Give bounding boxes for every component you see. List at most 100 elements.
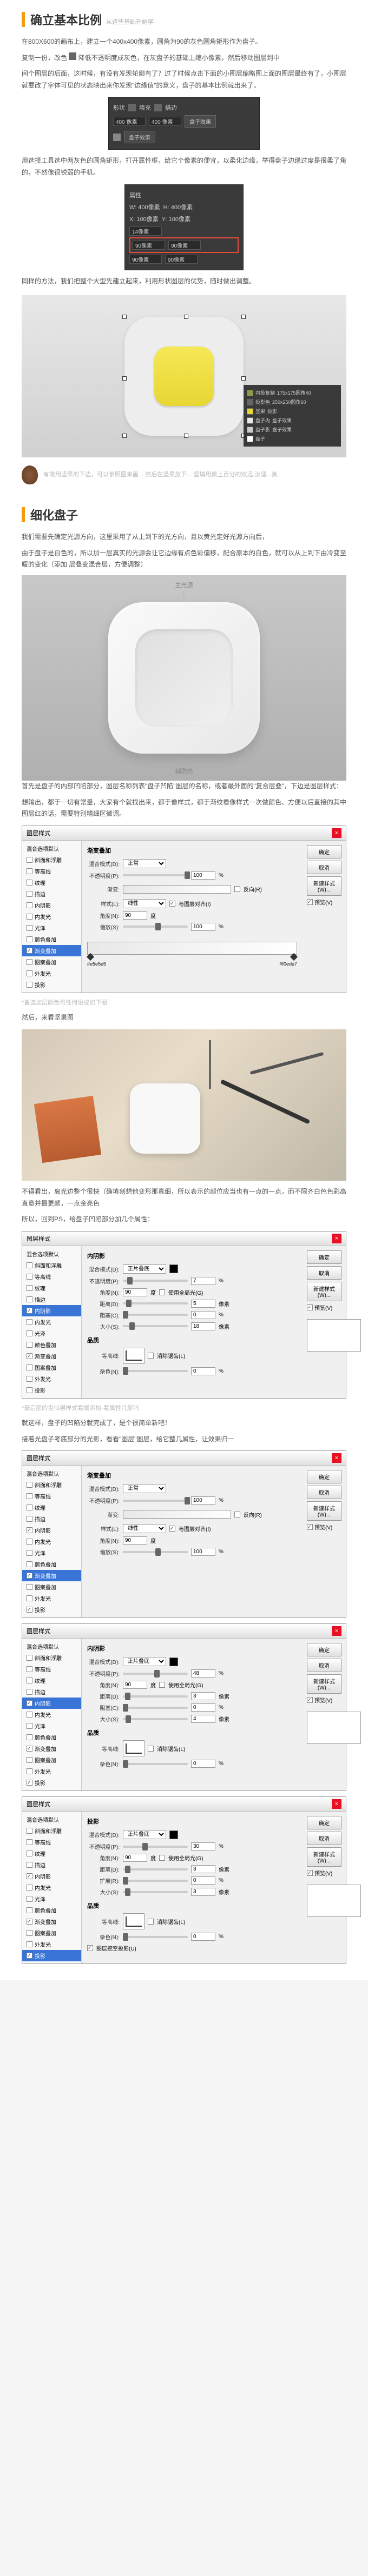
gradient-preview[interactable] [123,1510,231,1519]
checkbox[interactable] [27,1296,32,1302]
choke-slider[interactable] [123,1707,188,1709]
checkbox[interactable] [148,1746,154,1752]
style-item[interactable]: 混合选项默认 [22,1468,81,1479]
checkbox[interactable] [27,1723,32,1729]
checkbox-checked[interactable] [307,1697,313,1703]
scale-input[interactable] [191,923,215,931]
scale-slider[interactable] [123,1551,188,1553]
checkbox-checked[interactable] [27,1308,32,1314]
style-item[interactable]: 外发光 [22,1373,81,1384]
opacity-slider[interactable] [123,1846,188,1848]
angle-input[interactable] [123,1854,147,1862]
style-item[interactable]: 内发光 [22,1316,81,1328]
checkbox[interactable] [27,1539,32,1545]
style-item[interactable]: 描边 [22,1294,81,1305]
style-item[interactable]: 光泽 [22,1720,81,1732]
style-item[interactable]: 斜面和浮雕 [22,854,81,866]
noise-input[interactable] [191,1933,215,1941]
checkbox[interactable] [27,1493,32,1499]
style-item[interactable]: 斜面和浮雕 [22,1825,81,1836]
style-item-active[interactable]: 渐变叠加 [22,1570,81,1581]
distance-input[interactable] [191,1300,215,1308]
style-item[interactable]: 斜面和浮雕 [22,1479,81,1490]
style-item[interactable]: 混合选项默认 [22,1641,81,1652]
gradient-preview[interactable] [123,885,231,894]
style-item[interactable]: 图案叠加 [22,1362,81,1373]
style-item[interactable]: 内发光 [22,911,81,922]
checkbox-checked[interactable] [307,1870,313,1876]
blend-select[interactable]: 正常 [123,859,166,868]
contour-preview[interactable] [123,1913,144,1929]
transform-handle[interactable] [241,376,246,381]
distance-slider[interactable] [123,1695,188,1698]
style-item[interactable]: 光泽 [22,1547,81,1559]
transform-handle[interactable] [122,434,127,438]
opacity-input[interactable] [191,1842,215,1851]
checkbox-checked[interactable] [307,1524,313,1530]
checkbox-checked[interactable] [27,1780,32,1786]
size-input[interactable] [191,1888,215,1896]
choke-input[interactable] [191,1703,215,1712]
width-input[interactable] [113,117,146,126]
style-item[interactable]: 内阴影 [22,1525,81,1536]
checkbox[interactable] [148,1919,154,1925]
style-item[interactable]: 颜色叠加 [22,1732,81,1743]
checkbox-checked[interactable] [27,1919,32,1925]
gradient-editor-bar[interactable] [87,942,297,955]
checkbox[interactable] [27,936,32,942]
checkbox[interactable] [27,868,32,874]
style-select[interactable]: 线性 [123,1524,166,1533]
ok-button[interactable]: 确定 [307,845,341,858]
style-item[interactable]: 图案叠加 [22,1581,81,1593]
style-item[interactable]: 外发光 [22,1766,81,1777]
style-item[interactable]: 渐变叠加 [22,1350,81,1362]
ok-button[interactable]: 确定 [307,1250,341,1264]
style-item[interactable]: 颜色叠加 [22,1339,81,1350]
checkbox[interactable] [27,914,32,920]
checkbox-checked[interactable] [27,1573,32,1579]
angle-input[interactable] [123,1536,147,1545]
style-item[interactable]: 内发光 [22,1709,81,1720]
cancel-button[interactable]: 取消 [307,1832,341,1845]
checkbox[interactable] [27,1584,32,1590]
style-item[interactable]: 描边 [22,1859,81,1871]
style-item[interactable]: 颜色叠加 [22,1559,81,1570]
checkbox[interactable] [27,1862,32,1868]
scale-input[interactable] [191,1548,215,1556]
size-input[interactable] [191,1715,215,1723]
corner-input[interactable] [129,255,162,264]
style-select[interactable]: 线性 [123,899,166,908]
noise-slider[interactable] [123,1763,188,1765]
checkbox[interactable] [27,1757,32,1763]
style-item[interactable]: 颜色叠加 [22,934,81,945]
style-item[interactable]: 混合选项默认 [22,1814,81,1825]
checkbox-checked[interactable] [307,899,313,905]
style-item[interactable]: 外发光 [22,1939,81,1950]
style-item[interactable]: 纹理 [22,1502,81,1513]
transform-handle[interactable] [122,315,127,319]
checkbox[interactable] [159,1682,165,1688]
style-item[interactable]: 光泽 [22,922,81,934]
opacity-input[interactable] [191,871,215,880]
checkbox[interactable] [27,1768,32,1774]
checkbox-checked[interactable] [27,1527,32,1533]
style-item[interactable]: 描边 [22,888,81,900]
style-item[interactable]: 颜色叠加 [22,1905,81,1916]
size-input[interactable] [191,1322,215,1330]
style-item[interactable]: 纹理 [22,1282,81,1294]
noise-input[interactable] [191,1760,215,1768]
style-item[interactable]: 投影 [22,979,81,990]
checkbox-checked[interactable] [27,1873,32,1879]
style-item[interactable]: 斜面和浮雕 [22,1652,81,1663]
checkbox[interactable] [27,1550,32,1556]
checkbox-checked[interactable] [169,1526,175,1532]
checkbox[interactable] [27,1734,32,1740]
distance-slider[interactable] [123,1868,188,1871]
cancel-button[interactable]: 取消 [307,1659,341,1672]
noise-slider[interactable] [123,1370,188,1372]
style-item[interactable]: 内阴影 [22,1871,81,1882]
close-icon[interactable]: × [332,1234,341,1243]
style-item[interactable]: 混合选项默认 [22,1248,81,1260]
checkbox-checked[interactable] [27,1607,32,1613]
opacity-slider[interactable] [123,874,188,876]
